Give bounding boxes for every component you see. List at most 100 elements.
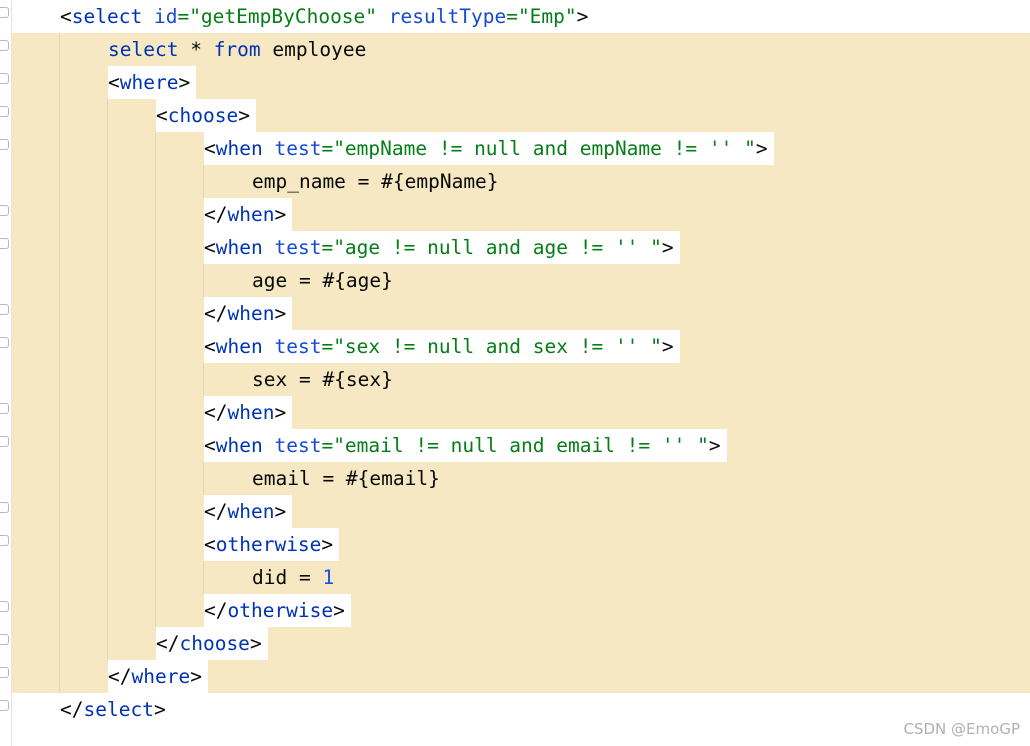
indent-guide: [203, 363, 204, 396]
code-line: email = #{email}: [0, 462, 1030, 495]
bracket: >: [274, 401, 287, 424]
tag-name: when: [215, 434, 263, 457]
attribute-name: test: [274, 236, 322, 259]
indent-guide: [59, 264, 60, 297]
indent-guide: [59, 660, 60, 693]
code-editor[interactable]: <select id="getEmpByChoose" resultType="…: [0, 0, 1030, 746]
indent-guide: [155, 396, 156, 429]
indent-guide: [155, 495, 156, 528]
code-line: <where>: [0, 66, 1030, 99]
bracket: </: [156, 632, 180, 655]
indent-guide: [107, 627, 108, 660]
sql-text: *: [178, 38, 214, 61]
tag-name: where: [119, 71, 179, 94]
number-literal: 1: [322, 566, 335, 589]
code-line: </where>: [0, 660, 1030, 693]
attribute-value: "sex != null and sex != '' ": [333, 335, 662, 358]
indent-guide: [59, 528, 60, 561]
block-highlight: [12, 594, 1030, 627]
code-line: sex = #{sex}: [0, 363, 1030, 396]
indent-guide: [59, 165, 60, 198]
indent-guide: [107, 594, 108, 627]
block-highlight: [12, 264, 1030, 297]
when-open-tag: <when test="empName != null and empName …: [204, 132, 774, 165]
indent-guide: [59, 33, 60, 66]
indent-guide: [59, 495, 60, 528]
bracket: >: [661, 335, 674, 358]
block-highlight: [12, 528, 1030, 561]
bracket: </: [204, 203, 228, 226]
bracket: <: [204, 434, 216, 457]
indent-guide: [59, 627, 60, 660]
bracket: >: [708, 434, 721, 457]
tag-name: when: [227, 302, 275, 325]
sql-condition: age = #{age}: [252, 269, 393, 292]
attribute-value: "age != null and age != '' ": [333, 236, 662, 259]
indent-guide: [155, 264, 156, 297]
block-highlight: [12, 363, 1030, 396]
indent-guide: [107, 528, 108, 561]
indent-guide: [59, 297, 60, 330]
bracket: <: [204, 533, 216, 556]
bracket: <: [204, 137, 216, 160]
sql-text: employee: [260, 38, 367, 61]
bracket: >: [249, 632, 262, 655]
bracket: >: [190, 665, 202, 688]
bracket: </: [204, 302, 228, 325]
code-line: <select id="getEmpByChoose" resultType="…: [0, 0, 1030, 33]
indent-guide: [155, 561, 156, 594]
equals: =: [177, 5, 190, 28]
indent-guide: [155, 330, 156, 363]
indent-guide: [203, 462, 204, 495]
attribute-name: test: [274, 335, 322, 358]
select-close-tag: </select>: [60, 693, 172, 726]
indent-guide: [59, 396, 60, 429]
attribute-name: test: [274, 434, 322, 457]
tag-name: where: [131, 665, 191, 688]
bracket: >: [661, 236, 674, 259]
attribute-value: "Emp": [517, 5, 577, 28]
indent-guide: [59, 429, 60, 462]
indent-guide: [155, 165, 156, 198]
when-close-tag: </when>: [204, 495, 293, 528]
sql-keyword: from: [213, 38, 261, 61]
attribute-value: "getEmpByChoose": [189, 5, 378, 28]
indent-guide: [107, 396, 108, 429]
tag-name: when: [215, 335, 263, 358]
tag-name: select: [83, 698, 154, 721]
indent-guide: [59, 132, 60, 165]
attribute-name: test: [274, 137, 322, 160]
tag-name: when: [215, 236, 263, 259]
indent-guide: [107, 264, 108, 297]
choose-close-tag: </choose>: [156, 627, 268, 660]
indent-guide: [155, 363, 156, 396]
indent-guide: [155, 231, 156, 264]
when-open-tag: <when test="sex != null and sex != '' ">: [204, 330, 680, 363]
bracket: >: [274, 302, 287, 325]
tag-name: when: [227, 500, 275, 523]
bracket: >: [755, 137, 768, 160]
attribute-name: resultType: [388, 5, 507, 28]
indent-guide: [155, 132, 156, 165]
when-open-tag: <when test="email != null and email != '…: [204, 429, 727, 462]
indent-guide: [107, 495, 108, 528]
indent-guide: [203, 561, 204, 594]
bracket: </: [60, 698, 84, 721]
sql-condition: emp_name = #{empName}: [252, 170, 499, 193]
indent-guide: [203, 264, 204, 297]
bracket: </: [204, 500, 228, 523]
indent-guide: [59, 363, 60, 396]
code-line: </when>: [0, 198, 1030, 231]
bracket: <: [108, 71, 120, 94]
tag-name: choose: [179, 632, 250, 655]
select-open-tag: <select id="getEmpByChoose" resultType="…: [60, 0, 595, 33]
tag-name: when: [227, 203, 275, 226]
block-highlight: [12, 165, 1030, 198]
sql-keyword: select: [108, 38, 179, 61]
bracket: <: [60, 5, 72, 28]
code-area[interactable]: <select id="getEmpByChoose" resultType="…: [0, 0, 1030, 746]
